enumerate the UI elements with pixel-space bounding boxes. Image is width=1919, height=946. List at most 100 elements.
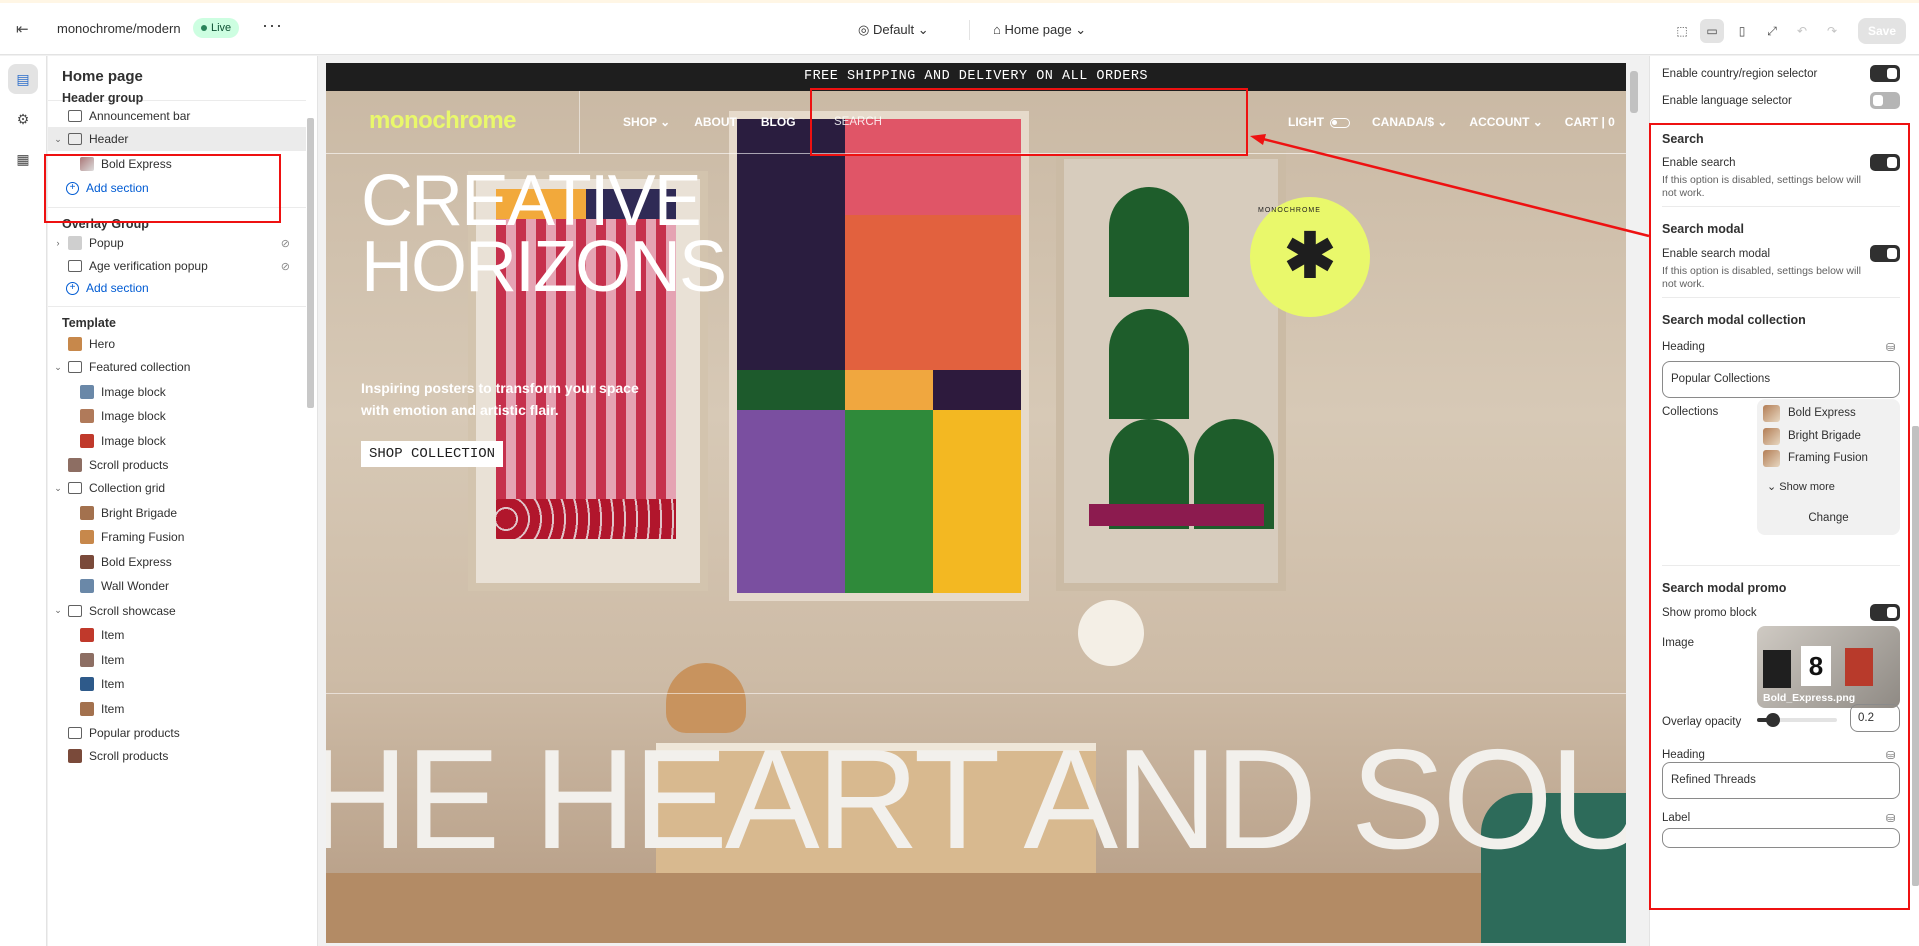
- dynamic-source-icon[interactable]: ⛁: [1886, 341, 1895, 354]
- page-selector[interactable]: ⌂ Home page ⌄: [993, 22, 1086, 38]
- dynamic-source-icon[interactable]: ⛁: [1886, 749, 1895, 762]
- row-label: Item: [101, 628, 125, 642]
- section-popup[interactable]: › Popup ⊘: [48, 231, 306, 255]
- preview-scrollbar[interactable]: [1627, 63, 1641, 943]
- apps-icon[interactable]: ▦: [8, 144, 38, 174]
- item-thumbnail: [80, 579, 94, 593]
- row-label: Wall Wonder: [101, 579, 170, 593]
- item-thumbnail: [80, 652, 94, 667]
- block-row[interactable]: Item: [48, 672, 306, 696]
- more-actions-button[interactable]: ···: [262, 15, 283, 36]
- block-row[interactable]: Image block: [48, 404, 306, 428]
- nav-shop[interactable]: SHOP ⌄: [623, 115, 670, 129]
- chevron-down-icon[interactable]: ⌄: [48, 605, 68, 616]
- slider-handle[interactable]: [1766, 713, 1780, 727]
- asterisk-icon: ✱: [1284, 222, 1336, 291]
- block-row[interactable]: Image block: [48, 380, 306, 404]
- section-announcement-bar[interactable]: Announcement bar: [48, 104, 306, 128]
- eye-hidden-icon[interactable]: ⊘: [281, 237, 290, 250]
- right-scrollbar[interactable]: [1912, 56, 1919, 946]
- cart-link[interactable]: CART | 0: [1565, 115, 1615, 129]
- row-label: Image block: [101, 433, 166, 448]
- undo-icon[interactable]: ↶: [1790, 19, 1814, 43]
- block-row[interactable]: Bright Brigade: [48, 501, 306, 525]
- dynamic-source-icon[interactable]: ⛁: [1886, 812, 1895, 825]
- promo-image-picker[interactable]: 8 Bold_Express.png: [1757, 626, 1900, 708]
- block-bold-express[interactable]: Bold Express: [48, 152, 306, 176]
- enable-search-toggle[interactable]: [1870, 154, 1900, 171]
- left-scrollbar[interactable]: [305, 100, 315, 946]
- section-row[interactable]: Scroll products: [48, 453, 306, 477]
- block-row[interactable]: Item: [48, 648, 306, 672]
- enable-modal-toggle[interactable]: [1870, 245, 1900, 262]
- sections-icon[interactable]: ▤: [8, 64, 38, 94]
- block-label: Bold Express: [101, 157, 172, 171]
- divider: [1662, 565, 1900, 566]
- collection-item[interactable]: Bold Express: [1763, 403, 1856, 423]
- overlay-opacity-input[interactable]: 0.2: [1850, 704, 1900, 732]
- section-row[interactable]: ⌄ Scroll showcase: [48, 599, 306, 623]
- block-row[interactable]: Item: [48, 697, 306, 721]
- section-row[interactable]: Scroll products: [48, 744, 306, 768]
- scroll-thumb[interactable]: [1630, 71, 1638, 113]
- exit-icon[interactable]: ⇤: [16, 20, 34, 38]
- country-selector-toggle[interactable]: [1870, 65, 1900, 82]
- language-selector-toggle[interactable]: [1870, 92, 1900, 109]
- section-icon: [68, 361, 82, 373]
- overlay-opacity-slider[interactable]: [1757, 713, 1837, 727]
- inspector-icon[interactable]: ⬚: [1670, 19, 1694, 43]
- divider: [48, 306, 306, 307]
- label-input[interactable]: [1662, 828, 1900, 848]
- show-more-button[interactable]: ⌄ Show more: [1767, 480, 1835, 493]
- eye-hidden-icon[interactable]: ⊘: [281, 260, 290, 273]
- collection-item[interactable]: Framing Fusion: [1763, 448, 1868, 468]
- modal-promo-heading: Search modal promo: [1662, 581, 1787, 595]
- theme-selector[interactable]: ◎ Default ⌄: [858, 22, 929, 38]
- chevron-down-icon[interactable]: ⌄: [48, 483, 68, 494]
- redo-icon[interactable]: ↷: [1820, 19, 1844, 43]
- header-search[interactable]: SEARCH: [834, 116, 882, 128]
- block-row[interactable]: Bold Express: [48, 550, 306, 574]
- desktop-view-icon[interactable]: ▭: [1700, 19, 1724, 43]
- modal-collection-heading: Search modal collection: [1662, 313, 1806, 327]
- show-promo-toggle[interactable]: [1870, 604, 1900, 621]
- heading-input[interactable]: Popular Collections: [1662, 361, 1900, 398]
- currency-label: CANADA/$: [1372, 115, 1435, 129]
- section-row[interactable]: ⌄ Collection grid: [48, 476, 306, 500]
- theme-toggle[interactable]: LIGHT: [1288, 115, 1350, 129]
- fullscreen-icon[interactable]: ⤢: [1760, 19, 1784, 43]
- scroll-thumb[interactable]: [1912, 426, 1919, 886]
- account-label: ACCOUNT: [1469, 115, 1530, 129]
- badge-ring-text: MONOCHROME: [1258, 207, 1321, 214]
- chevron-right-icon[interactable]: ›: [48, 238, 68, 248]
- store-name: monochrome/modern: [57, 21, 181, 36]
- section-row[interactable]: ⌄ Featured collection: [48, 355, 306, 379]
- chevron-down-icon[interactable]: ⌄: [48, 134, 68, 145]
- item-thumbnail: [68, 337, 82, 351]
- save-button[interactable]: Save: [1858, 18, 1906, 44]
- section-header[interactable]: ⌄ Header: [48, 127, 306, 151]
- section-row[interactable]: Hero: [48, 332, 306, 356]
- row-label: Popular products: [89, 726, 180, 740]
- change-collections-button[interactable]: Change: [1757, 512, 1900, 524]
- mobile-view-icon[interactable]: ▯: [1730, 19, 1754, 43]
- section-row[interactable]: Popular products: [48, 721, 306, 745]
- promo-heading-input[interactable]: Refined Threads: [1662, 762, 1900, 799]
- shop-collection-button[interactable]: SHOP COLLECTION: [361, 441, 504, 467]
- nav-about[interactable]: ABOUT: [694, 115, 737, 129]
- block-row[interactable]: Framing Fusion: [48, 525, 306, 549]
- nav-blog[interactable]: BLOG: [761, 115, 796, 129]
- section-age-verification[interactable]: Age verification popup ⊘: [48, 254, 306, 278]
- block-row[interactable]: Image block: [48, 429, 306, 453]
- add-section-overlay-group[interactable]: + Add section: [48, 276, 306, 300]
- store-logo[interactable]: monochrome: [369, 107, 517, 135]
- scroll-thumb[interactable]: [307, 118, 314, 408]
- account-menu[interactable]: ACCOUNT ⌄: [1469, 115, 1542, 129]
- add-section-header-group[interactable]: + Add section: [48, 176, 306, 200]
- collection-item[interactable]: Bright Brigade: [1763, 426, 1861, 446]
- chevron-down-icon[interactable]: ⌄: [48, 362, 68, 373]
- settings-gear-icon[interactable]: ⚙: [8, 104, 38, 134]
- block-row[interactable]: Wall Wonder: [48, 574, 306, 598]
- currency-selector[interactable]: CANADA/$ ⌄: [1372, 115, 1447, 129]
- block-row[interactable]: Item: [48, 623, 306, 647]
